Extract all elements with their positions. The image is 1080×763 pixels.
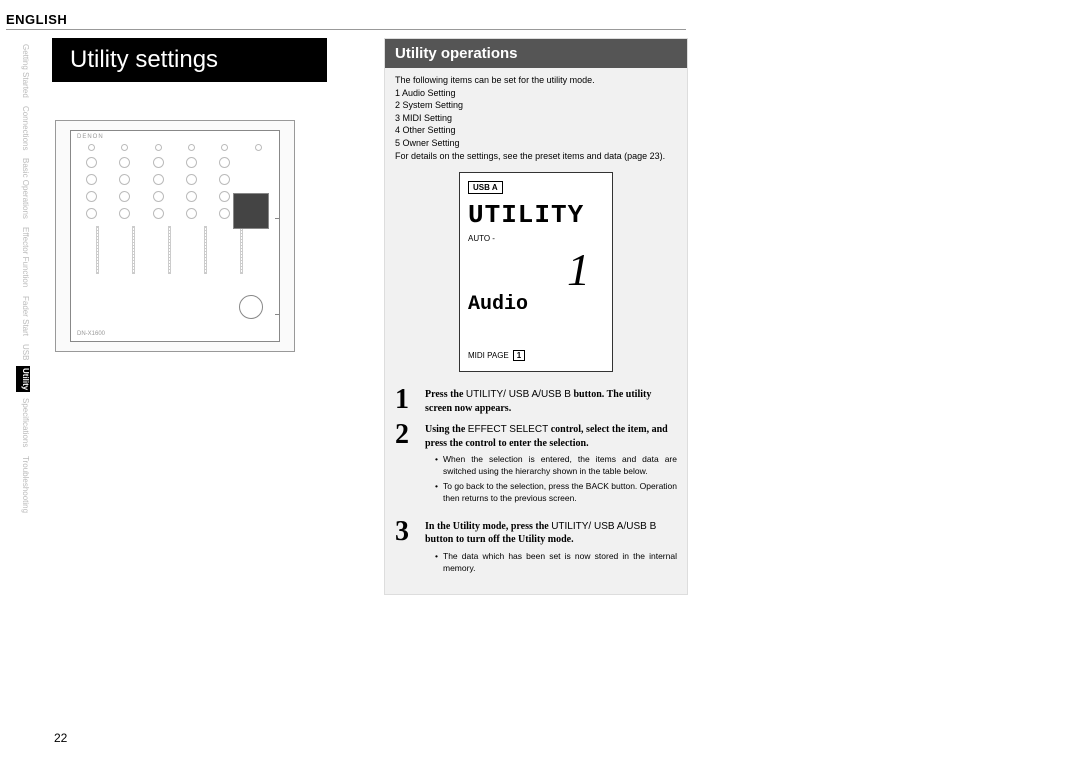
step-2-note-2: To go back to the selection, press the B…: [435, 481, 677, 505]
product-diagram: DENON DN-X1600: [55, 120, 295, 352]
lcd-usb-badge: USB A: [468, 181, 503, 194]
sidetab-effector-function[interactable]: Effector Function: [16, 225, 30, 289]
intro-item-3: 3 MIDI Setting: [395, 112, 677, 125]
intro-item-1: 1 Audio Setting: [395, 87, 677, 100]
intro-detail-note: For details on the settings, see the pre…: [395, 150, 677, 163]
step-2-notes: When the selection is entered, the items…: [385, 452, 687, 514]
lcd-auto-label: AUTO -: [468, 234, 604, 243]
sidetab-fader-start[interactable]: Fader Start: [16, 294, 30, 338]
sidetab-basic-operations[interactable]: Basic Operations: [16, 156, 30, 221]
lcd-footer: MIDI PAGE 1: [468, 350, 525, 361]
lcd-screen: USB A UTILITY AUTO - 1 Audio MIDI PAGE 1: [459, 172, 613, 372]
step-1-number: 1: [395, 388, 417, 415]
step-3-body: In the Utility mode, press the UTILITY/ …: [425, 520, 677, 547]
intro-block: The following items can be set for the u…: [385, 68, 687, 168]
step-2-number: 2: [395, 423, 417, 450]
page-title: Utility settings: [52, 38, 327, 82]
step-2: 2 Using the EFFECT SELECT control, selec…: [385, 417, 687, 452]
step-3-notes: The data which has been set is now store…: [385, 549, 687, 584]
lcd-sub-label: Audio: [468, 293, 604, 316]
language-header: ENGLISH: [6, 12, 686, 30]
page-number: 22: [54, 731, 67, 745]
diagram-jogwheel-icon: [239, 295, 263, 319]
lcd-big-number: 1: [468, 249, 604, 290]
step-1: 1 Press the UTILITY/ USB A/USB B button.…: [385, 382, 687, 417]
sidetab-connections[interactable]: Connections: [16, 104, 30, 152]
intro-item-2: 2 System Setting: [395, 99, 677, 112]
intro-line: The following items can be set for the u…: [395, 74, 677, 87]
step-3-number: 3: [395, 520, 417, 547]
step-2-note-1: When the selection is entered, the items…: [435, 454, 677, 478]
lcd-title: UTILITY: [468, 200, 604, 230]
diagram-model-label: DN-X1600: [77, 331, 105, 337]
sidetab-specifications[interactable]: Specifications: [16, 396, 30, 449]
lcd-footer-text: MIDI PAGE: [468, 351, 509, 360]
intro-item-4: 4 Other Setting: [395, 124, 677, 137]
sidetab-getting-started[interactable]: Getting Started: [16, 42, 30, 100]
diagram-screen-icon: [233, 193, 269, 229]
step-3: 3 In the Utility mode, press the UTILITY…: [385, 514, 687, 549]
sidetab-troubleshooting[interactable]: Troubleshooting: [16, 454, 30, 515]
lcd-page-badge: 1: [513, 350, 525, 361]
step-3-note-1: The data which has been set is now store…: [435, 551, 677, 575]
step-2-body: Using the EFFECT SELECT control, select …: [425, 423, 677, 450]
sidetab-usb[interactable]: USB: [16, 342, 30, 362]
section-title: Utility operations: [385, 39, 687, 68]
side-navigation: Getting Started Connections Basic Operat…: [16, 42, 30, 515]
sidetab-utility[interactable]: Utility: [16, 366, 30, 392]
utility-operations-panel: Utility operations The following items c…: [384, 38, 688, 595]
diagram-brand-label: DENON: [77, 134, 104, 140]
step-1-body: Press the UTILITY/ USB A/USB B button. T…: [425, 388, 677, 415]
intro-item-5: 5 Owner Setting: [395, 137, 677, 150]
